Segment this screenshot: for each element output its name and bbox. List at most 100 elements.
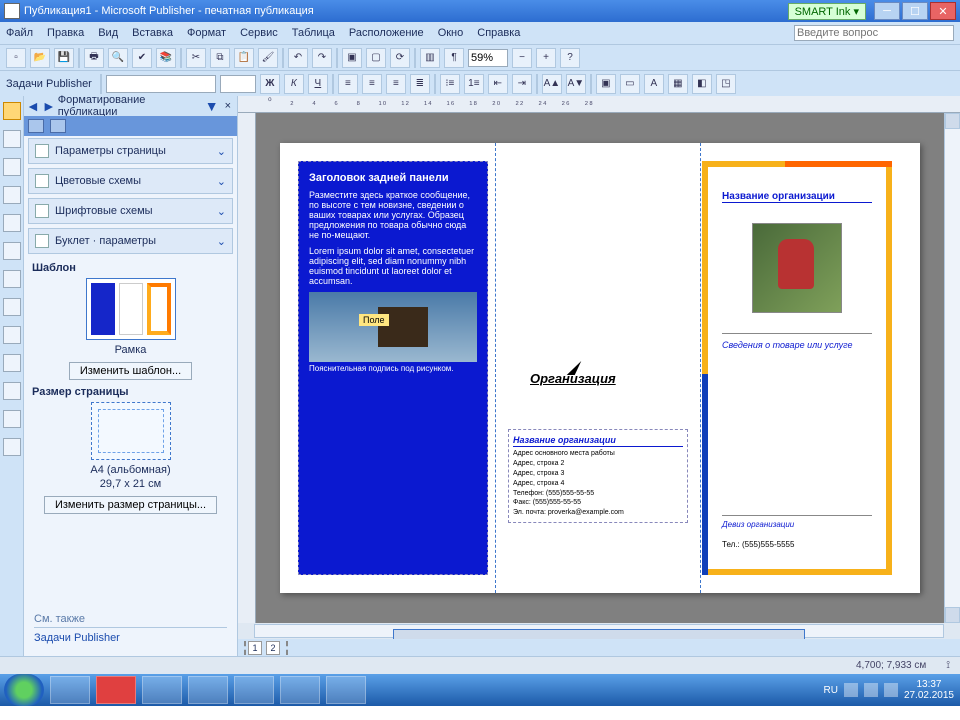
fill-color-icon[interactable]: ▣ — [596, 74, 616, 94]
item-from-content-icon[interactable] — [3, 438, 21, 456]
maximize-button[interactable]: ☐ — [902, 2, 928, 20]
taskbar-onenote[interactable] — [326, 676, 366, 704]
redo-icon[interactable]: ↷ — [312, 48, 332, 68]
cut-icon[interactable]: ✂ — [186, 48, 206, 68]
zoom-in-icon[interactable]: + — [536, 48, 556, 68]
arrow-tool-icon[interactable] — [3, 270, 21, 288]
menu-insert[interactable]: Вставка — [132, 27, 173, 39]
change-pagesize-button[interactable]: Изменить размер страницы... — [44, 496, 217, 514]
ask-question-input[interactable] — [794, 25, 954, 41]
align-center-icon[interactable]: ≡ — [362, 74, 382, 94]
3d-icon[interactable]: ◳ — [716, 74, 736, 94]
copy-icon[interactable]: ⧉ — [210, 48, 230, 68]
undo-icon[interactable]: ↶ — [288, 48, 308, 68]
horizontal-scrollbar[interactable] — [238, 623, 960, 640]
align-right-icon[interactable]: ≡ — [386, 74, 406, 94]
print-icon[interactable]: 🖶 — [84, 48, 104, 68]
back-icon[interactable]: ▢ — [366, 48, 386, 68]
new-icon[interactable]: ▫ — [6, 48, 26, 68]
border-icon[interactable]: ▦ — [668, 74, 688, 94]
paste-icon[interactable]: 📋 — [234, 48, 254, 68]
chars-icon[interactable]: ¶ — [444, 48, 464, 68]
indent-dec-icon[interactable]: ⇤ — [488, 74, 508, 94]
menu-table[interactable]: Таблица — [292, 27, 335, 39]
tray-volume-icon[interactable] — [884, 683, 898, 697]
front-phone[interactable]: Тел.: (555)555-5555 — [722, 540, 794, 549]
menu-file[interactable]: Файл — [6, 27, 33, 39]
minimize-button[interactable]: ─ — [874, 2, 900, 20]
save-icon[interactable]: 💾 — [54, 48, 74, 68]
line-tool-icon[interactable] — [3, 242, 21, 260]
start-button[interactable] — [4, 674, 44, 706]
tray-network-icon[interactable] — [864, 683, 878, 697]
tp-section-color[interactable]: Цветовые схемы ⌄ — [28, 168, 233, 194]
select-tool-icon[interactable] — [3, 102, 21, 120]
picture-tool-icon[interactable] — [3, 214, 21, 232]
taskbar-explorer[interactable] — [50, 676, 90, 704]
back-panel-image[interactable] — [309, 292, 477, 362]
smart-ink-button[interactable]: SMART Ink ▾ — [788, 3, 866, 20]
font-size-combo[interactable] — [220, 75, 256, 93]
tp-dropdown-icon[interactable]: ▼ — [205, 98, 219, 114]
shadow-icon[interactable]: ◧ — [692, 74, 712, 94]
change-template-button[interactable]: Изменить шаблон... — [69, 362, 192, 380]
tp-section-page-params[interactable]: Параметры страницы ⌄ — [28, 138, 233, 164]
wordart-tool-icon[interactable] — [3, 186, 21, 204]
menu-service[interactable]: Сервис — [240, 27, 278, 39]
taskbar-ie[interactable] — [188, 676, 228, 704]
menu-window[interactable]: Окно — [438, 27, 464, 39]
brochure-middle-panel[interactable]: Организация Название организации Адрес о… — [500, 161, 690, 575]
ruler-vertical[interactable] — [238, 113, 256, 623]
seealso-link[interactable]: Задачи Publisher — [34, 632, 120, 644]
front-subtitle[interactable]: Сведения о товаре или услуге — [722, 340, 872, 350]
tp-back-icon[interactable]: ◄ — [26, 98, 40, 114]
brochure-back-panel[interactable]: Заголовок задней панели Разместите здесь… — [298, 161, 488, 575]
bookmark-tool-icon[interactable] — [3, 382, 21, 400]
brochure-front-panel[interactable]: Название организации Сведения о товаре и… — [702, 161, 892, 575]
tp-close-icon[interactable]: × — [221, 100, 235, 112]
front-photo[interactable] — [752, 223, 842, 313]
front-icon[interactable]: ▣ — [342, 48, 362, 68]
indent-inc-icon[interactable]: ⇥ — [512, 74, 532, 94]
taskbar-opera[interactable] — [96, 676, 136, 704]
research-icon[interactable]: 📚 — [156, 48, 176, 68]
format-painter-icon[interactable]: 🖌 — [258, 48, 278, 68]
page-2-button[interactable]: 2 — [266, 641, 280, 655]
spell-icon[interactable]: ✔ — [132, 48, 152, 68]
zoom-combo[interactable]: 59% — [468, 49, 508, 67]
org-logo-text[interactable]: Организация — [530, 371, 660, 386]
menu-arrange[interactable]: Расположение — [349, 27, 424, 39]
taskbar-app[interactable] — [142, 676, 182, 704]
line-color-icon[interactable]: ▭ — [620, 74, 640, 94]
zoom-out-icon[interactable]: − — [512, 48, 532, 68]
justify-icon[interactable]: ≣ — [410, 74, 430, 94]
design-gallery-icon[interactable] — [3, 410, 21, 428]
font-shrink-icon[interactable]: A▼ — [566, 74, 586, 94]
font-color-icon[interactable]: A — [644, 74, 664, 94]
italic-icon[interactable]: К — [284, 74, 304, 94]
front-motto[interactable]: Девиз организации — [722, 515, 872, 529]
open-icon[interactable]: 📂 — [30, 48, 50, 68]
tp-fwd-icon[interactable]: ► — [42, 98, 56, 114]
bullets-icon[interactable]: ⁝≡ — [440, 74, 460, 94]
underline-icon[interactable]: Ч — [308, 74, 328, 94]
front-org-name[interactable]: Название организации — [722, 191, 872, 203]
menu-format[interactable]: Формат — [187, 27, 226, 39]
org-info-block[interactable]: Название организации Адрес основного мес… — [508, 429, 688, 523]
help-icon[interactable]: ? — [560, 48, 580, 68]
numbering-icon[interactable]: 1≡ — [464, 74, 484, 94]
table-tool-icon[interactable] — [3, 158, 21, 176]
taskbar-publisher[interactable] — [234, 676, 274, 704]
menu-help[interactable]: Справка — [477, 27, 520, 39]
rect-tool-icon[interactable] — [3, 326, 21, 344]
ruler-horizontal[interactable] — [238, 96, 960, 113]
bold-icon[interactable]: Ж — [260, 74, 280, 94]
menu-edit[interactable]: Правка — [47, 27, 84, 39]
oval-tool-icon[interactable] — [3, 298, 21, 316]
lang-indicator[interactable]: RU — [823, 685, 837, 696]
tp-section-font[interactable]: Шрифтовые схемы ⌄ — [28, 198, 233, 224]
tp-home-icon[interactable] — [28, 119, 44, 133]
template-thumbnail[interactable] — [86, 278, 176, 340]
rotate-icon[interactable]: ⟳ — [390, 48, 410, 68]
tp-section-booklet[interactable]: Буклет · параметры ⌄ — [28, 228, 233, 254]
